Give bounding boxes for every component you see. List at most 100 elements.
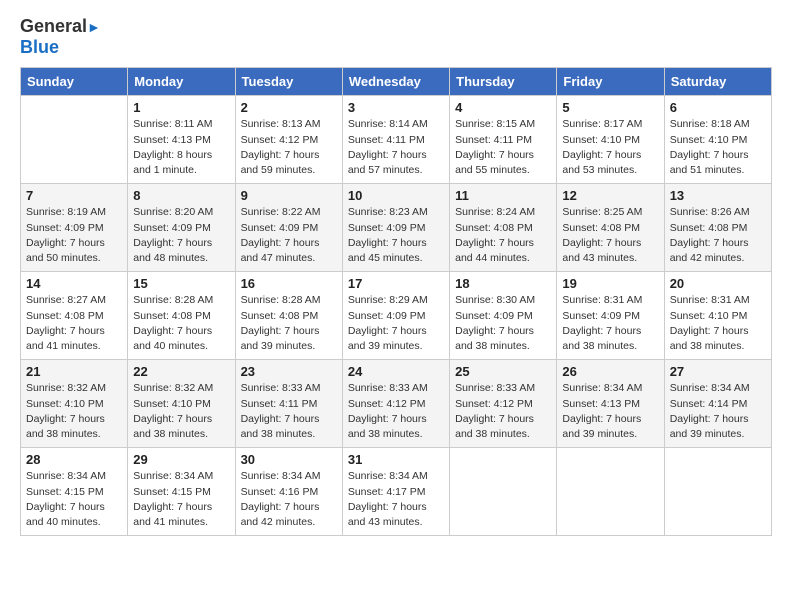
day-info: Sunrise: 8:28 AM Sunset: 4:08 PM Dayligh… xyxy=(241,293,337,354)
day-number: 23 xyxy=(241,364,337,379)
day-number: 4 xyxy=(455,100,551,115)
col-header-wednesday: Wednesday xyxy=(342,68,449,96)
day-info: Sunrise: 8:34 AM Sunset: 4:14 PM Dayligh… xyxy=(670,381,766,442)
day-cell: 13Sunrise: 8:26 AM Sunset: 4:08 PM Dayli… xyxy=(664,184,771,272)
day-info: Sunrise: 8:15 AM Sunset: 4:11 PM Dayligh… xyxy=(455,117,551,178)
day-number: 27 xyxy=(670,364,766,379)
day-number: 31 xyxy=(348,452,444,467)
day-number: 1 xyxy=(133,100,229,115)
day-number: 15 xyxy=(133,276,229,291)
day-cell: 23 Sunrise: 8:33 AM Sunset: 4:11 PM Dayli… xyxy=(235,360,342,448)
day-info: Sunrise: 8:29 AM Sunset: 4:09 PM Dayligh… xyxy=(348,293,444,354)
day-cell: 8 Sunrise: 8:20 AM Sunset: 4:09 PM Daylig… xyxy=(128,184,235,272)
col-header-thursday: Thursday xyxy=(450,68,557,96)
day-number: 28 xyxy=(26,452,122,467)
day-info: Sunrise: 8:17 AM Sunset: 4:10 PM Dayligh… xyxy=(562,117,658,178)
day-info: Sunrise: 8:31 AM Sunset: 4:09 PM Dayligh… xyxy=(562,293,658,354)
day-info: Sunrise: 8:22 AM Sunset: 4:09 PM Dayligh… xyxy=(241,205,337,266)
col-header-friday: Friday xyxy=(557,68,664,96)
day-number: 17 xyxy=(348,276,444,291)
header: General► Blue xyxy=(20,16,772,57)
day-info: Sunrise: 8:33 AM Sunset: 4:12 PM Dayligh… xyxy=(455,381,551,442)
day-info: Sunrise: 8:28 AM Sunset: 4:08 PM Dayligh… xyxy=(133,293,229,354)
day-info: Sunrise: 8:23 AM Sunset: 4:09 PM Dayligh… xyxy=(348,205,444,266)
week-row-2: 7Sunrise: 8:19 AM Sunset: 4:09 PM Daylig… xyxy=(21,184,772,272)
day-cell: 18 Sunrise: 8:30 AM Sunset: 4:09 PM Dayli… xyxy=(450,272,557,360)
day-info: Sunrise: 8:27 AM Sunset: 4:08 PM Dayligh… xyxy=(26,293,122,354)
day-number: 20 xyxy=(670,276,766,291)
day-number: 2 xyxy=(241,100,337,115)
day-cell: 1 Sunrise: 8:11 AM Sunset: 4:13 PM Daylig… xyxy=(128,96,235,184)
col-header-tuesday: Tuesday xyxy=(235,68,342,96)
col-header-saturday: Saturday xyxy=(664,68,771,96)
day-number: 25 xyxy=(455,364,551,379)
day-cell: 3Sunrise: 8:14 AM Sunset: 4:11 PM Daylig… xyxy=(342,96,449,184)
day-number: 30 xyxy=(241,452,337,467)
day-cell xyxy=(21,96,128,184)
day-info: Sunrise: 8:34 AM Sunset: 4:16 PM Dayligh… xyxy=(241,469,337,530)
day-info: Sunrise: 8:34 AM Sunset: 4:15 PM Dayligh… xyxy=(133,469,229,530)
day-cell: 12 Sunrise: 8:25 AM Sunset: 4:08 PM Dayli… xyxy=(557,184,664,272)
day-number: 9 xyxy=(241,188,337,203)
day-cell: 10 Sunrise: 8:23 AM Sunset: 4:09 PM Dayli… xyxy=(342,184,449,272)
day-number: 5 xyxy=(562,100,658,115)
day-cell: 11 Sunrise: 8:24 AM Sunset: 4:08 PM Dayli… xyxy=(450,184,557,272)
day-info: Sunrise: 8:26 AM Sunset: 4:08 PM Dayligh… xyxy=(670,205,766,266)
day-cell xyxy=(664,448,771,536)
week-row-4: 21Sunrise: 8:32 AM Sunset: 4:10 PM Dayli… xyxy=(21,360,772,448)
day-cell: 24Sunrise: 8:33 AM Sunset: 4:12 PM Dayli… xyxy=(342,360,449,448)
day-number: 12 xyxy=(562,188,658,203)
day-cell: 19 Sunrise: 8:31 AM Sunset: 4:09 PM Dayli… xyxy=(557,272,664,360)
day-info: Sunrise: 8:32 AM Sunset: 4:10 PM Dayligh… xyxy=(26,381,122,442)
day-cell: 7Sunrise: 8:19 AM Sunset: 4:09 PM Daylig… xyxy=(21,184,128,272)
week-row-1: 1 Sunrise: 8:11 AM Sunset: 4:13 PM Daylig… xyxy=(21,96,772,184)
day-number: 8 xyxy=(133,188,229,203)
day-cell: 5 Sunrise: 8:17 AM Sunset: 4:10 PM Daylig… xyxy=(557,96,664,184)
day-info: Sunrise: 8:34 AM Sunset: 4:15 PM Dayligh… xyxy=(26,469,122,530)
day-number: 11 xyxy=(455,188,551,203)
calendar-table: SundayMondayTuesdayWednesdayThursdayFrid… xyxy=(20,67,772,536)
day-cell: 20 Sunrise: 8:31 AM Sunset: 4:10 PM Dayli… xyxy=(664,272,771,360)
day-cell: 27 Sunrise: 8:34 AM Sunset: 4:14 PM Dayli… xyxy=(664,360,771,448)
day-number: 18 xyxy=(455,276,551,291)
day-info: Sunrise: 8:31 AM Sunset: 4:10 PM Dayligh… xyxy=(670,293,766,354)
day-info: Sunrise: 8:33 AM Sunset: 4:11 PM Dayligh… xyxy=(241,381,337,442)
day-cell xyxy=(450,448,557,536)
day-number: 7 xyxy=(26,188,122,203)
day-number: 29 xyxy=(133,452,229,467)
day-cell: 25 Sunrise: 8:33 AM Sunset: 4:12 PM Dayli… xyxy=(450,360,557,448)
week-row-3: 14 Sunrise: 8:27 AM Sunset: 4:08 PM Dayli… xyxy=(21,272,772,360)
day-cell: 28 Sunrise: 8:34 AM Sunset: 4:15 PM Dayli… xyxy=(21,448,128,536)
day-number: 26 xyxy=(562,364,658,379)
day-info: Sunrise: 8:13 AM Sunset: 4:12 PM Dayligh… xyxy=(241,117,337,178)
day-info: Sunrise: 8:14 AM Sunset: 4:11 PM Dayligh… xyxy=(348,117,444,178)
col-header-sunday: Sunday xyxy=(21,68,128,96)
day-number: 22 xyxy=(133,364,229,379)
day-info: Sunrise: 8:24 AM Sunset: 4:08 PM Dayligh… xyxy=(455,205,551,266)
day-cell: 22 Sunrise: 8:32 AM Sunset: 4:10 PM Dayli… xyxy=(128,360,235,448)
day-cell: 15 Sunrise: 8:28 AM Sunset: 4:08 PM Dayli… xyxy=(128,272,235,360)
day-cell: 21Sunrise: 8:32 AM Sunset: 4:10 PM Dayli… xyxy=(21,360,128,448)
day-info: Sunrise: 8:25 AM Sunset: 4:08 PM Dayligh… xyxy=(562,205,658,266)
calendar-header-row: SundayMondayTuesdayWednesdayThursdayFrid… xyxy=(21,68,772,96)
day-number: 6 xyxy=(670,100,766,115)
day-cell: 9 Sunrise: 8:22 AM Sunset: 4:09 PM Daylig… xyxy=(235,184,342,272)
day-info: Sunrise: 8:18 AM Sunset: 4:10 PM Dayligh… xyxy=(670,117,766,178)
logo-general: General xyxy=(20,16,87,36)
day-info: Sunrise: 8:34 AM Sunset: 4:17 PM Dayligh… xyxy=(348,469,444,530)
day-info: Sunrise: 8:11 AM Sunset: 4:13 PM Dayligh… xyxy=(133,117,229,178)
day-number: 14 xyxy=(26,276,122,291)
day-cell: 30 Sunrise: 8:34 AM Sunset: 4:16 PM Dayli… xyxy=(235,448,342,536)
day-info: Sunrise: 8:32 AM Sunset: 4:10 PM Dayligh… xyxy=(133,381,229,442)
day-number: 19 xyxy=(562,276,658,291)
logo: General► Blue xyxy=(20,16,101,57)
day-cell: 17 Sunrise: 8:29 AM Sunset: 4:09 PM Dayli… xyxy=(342,272,449,360)
day-info: Sunrise: 8:20 AM Sunset: 4:09 PM Dayligh… xyxy=(133,205,229,266)
day-info: Sunrise: 8:30 AM Sunset: 4:09 PM Dayligh… xyxy=(455,293,551,354)
day-cell: 6 Sunrise: 8:18 AM Sunset: 4:10 PM Daylig… xyxy=(664,96,771,184)
day-number: 10 xyxy=(348,188,444,203)
page: General► Blue SundayMondayTuesdayWednesd… xyxy=(0,0,792,612)
day-cell: 26Sunrise: 8:34 AM Sunset: 4:13 PM Dayli… xyxy=(557,360,664,448)
day-cell: 29 Sunrise: 8:34 AM Sunset: 4:15 PM Dayli… xyxy=(128,448,235,536)
logo-icon-shape: ► xyxy=(87,19,101,35)
